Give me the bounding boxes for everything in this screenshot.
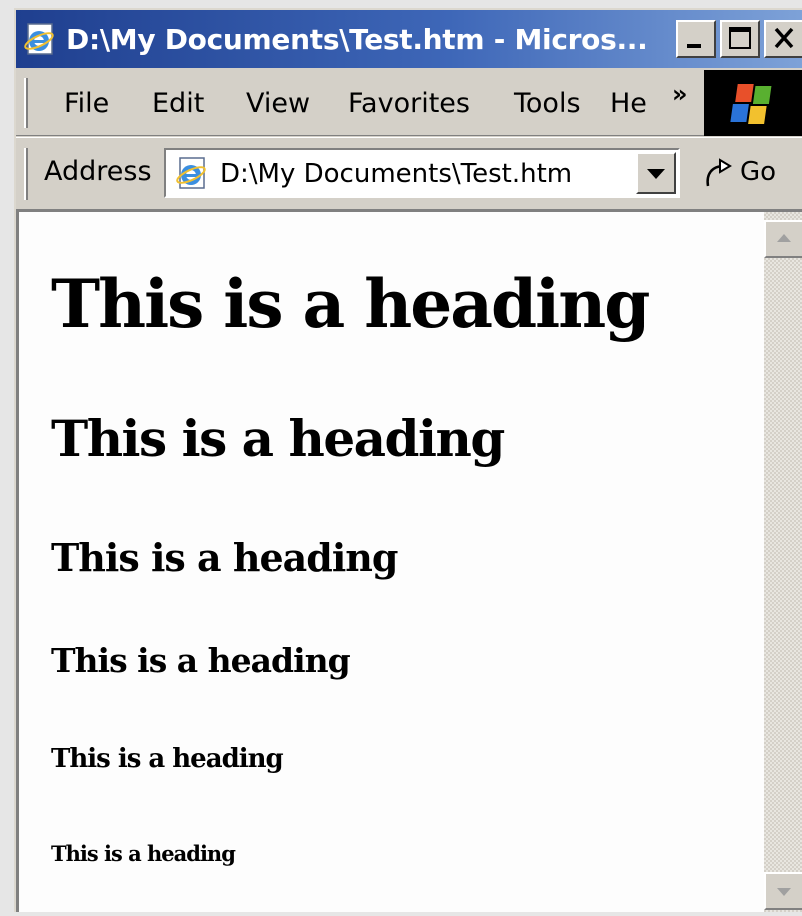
browser-window: D:\My Documents\Test.htm - Micros... Fil…: [14, 8, 802, 912]
menu-favorites[interactable]: Favorites: [348, 86, 470, 122]
heading-1: This is a heading: [51, 265, 650, 343]
address-bar: Address D:\My Documents\Test.htm Go: [16, 137, 802, 209]
menu-overflow-chevron[interactable]: »: [672, 80, 688, 108]
minimize-button[interactable]: [676, 20, 716, 58]
scroll-up-button[interactable]: [764, 220, 802, 258]
maximize-button[interactable]: [720, 20, 760, 58]
address-input[interactable]: D:\My Documents\Test.htm: [164, 148, 680, 198]
menu-edit[interactable]: Edit: [152, 86, 204, 122]
heading-4: This is a heading: [51, 641, 351, 680]
window-title: D:\My Documents\Test.htm - Micros...: [66, 23, 648, 56]
page-content: This is a heading This is a heading This…: [19, 212, 764, 912]
menu-bar: File Edit View Favorites Tools He »: [16, 70, 802, 136]
menu-help[interactable]: He: [610, 86, 647, 122]
ie-page-icon: [174, 156, 210, 192]
heading-6: This is a heading: [51, 841, 236, 866]
chevron-down-icon: [647, 169, 665, 179]
address-grip[interactable]: [24, 148, 28, 200]
close-button[interactable]: [764, 20, 802, 58]
vertical-scrollbar[interactable]: [764, 212, 802, 912]
menu-view[interactable]: View: [246, 86, 310, 122]
toolbar-grip[interactable]: [24, 78, 28, 128]
address-dropdown-button[interactable]: [636, 152, 676, 194]
go-button[interactable]: Go: [700, 154, 800, 194]
heading-5: This is a heading: [51, 744, 284, 774]
chevron-down-icon: [777, 888, 791, 896]
heading-3: This is a heading: [51, 535, 399, 580]
windows-logo-throbber: [704, 70, 802, 136]
go-label: Go: [740, 157, 777, 187]
chevron-up-icon: [777, 234, 791, 242]
address-value[interactable]: D:\My Documents\Test.htm: [220, 158, 572, 190]
ie-page-icon[interactable]: [22, 22, 58, 58]
menu-file[interactable]: File: [64, 86, 109, 122]
content-frame: This is a heading This is a heading This…: [16, 209, 802, 912]
menu-tools[interactable]: Tools: [514, 86, 581, 122]
scroll-down-button[interactable]: [764, 872, 802, 910]
address-label: Address: [44, 156, 152, 187]
title-bar[interactable]: D:\My Documents\Test.htm - Micros...: [16, 10, 802, 68]
heading-2: This is a heading: [51, 409, 505, 468]
